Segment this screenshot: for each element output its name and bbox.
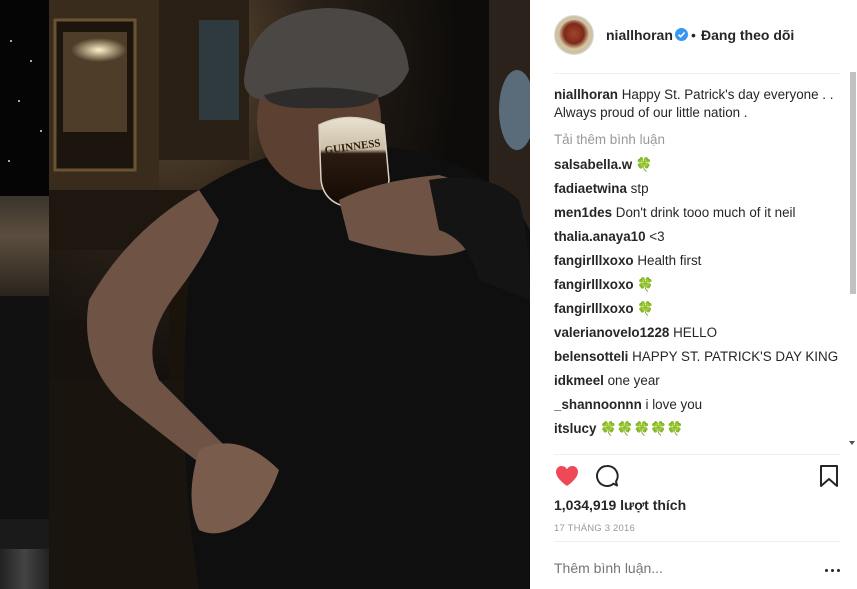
backdrop-feed <box>0 0 49 589</box>
comment-text: 🍀 <box>637 301 655 316</box>
comment-item: thalia.anaya10 <3 <box>554 228 844 246</box>
like-heart-icon[interactable] <box>554 463 580 489</box>
comment-item: idkmeel one year <box>554 372 844 390</box>
divider <box>554 454 840 455</box>
post-caption: niallhoran Happy St. Patrick's day every… <box>554 86 844 122</box>
comment-username[interactable]: idkmeel <box>554 373 604 388</box>
comment-item: itslucy 🍀🍀🍀🍀🍀 <box>554 420 844 438</box>
more-options-icon[interactable] <box>825 561 841 575</box>
post-actions <box>554 462 844 492</box>
comment-item: valerianovelo1228 HELLO <box>554 324 844 342</box>
comment-username[interactable]: thalia.anaya10 <box>554 229 646 244</box>
comment-item: men1des Don't drink tooo much of it neil <box>554 204 844 222</box>
add-comment-input[interactable] <box>554 560 814 576</box>
scroll-down-arrow-icon[interactable] <box>849 441 855 445</box>
backdrop-thumbnail <box>0 196 49 296</box>
divider <box>554 73 840 74</box>
comment-username[interactable]: fangirlllxoxo <box>554 277 634 292</box>
caption-username[interactable]: niallhoran <box>554 87 618 102</box>
comment-username[interactable]: fangirlllxoxo <box>554 253 634 268</box>
divider <box>554 541 840 542</box>
comment-text: <3 <box>649 229 665 244</box>
avatar[interactable] <box>554 15 594 55</box>
comments-scrollbar[interactable] <box>848 72 857 452</box>
comment-text: 🍀 <box>637 277 655 292</box>
likes-count[interactable]: 1,034,919 lượt thích <box>554 497 686 513</box>
comment-item: salsabella.w 🍀 <box>554 156 844 174</box>
save-bookmark-icon[interactable] <box>818 463 840 489</box>
backdrop-thumbnail <box>0 0 49 196</box>
verified-badge-icon <box>675 28 688 41</box>
comment-text: HELLO <box>673 325 718 340</box>
post-photo: GUINNESS <box>49 0 530 589</box>
comment-username[interactable]: men1des <box>554 205 612 220</box>
header-username[interactable]: niallhoran <box>606 27 673 43</box>
load-more-comments-link[interactable]: Tải thêm bình luận <box>554 131 844 149</box>
comment-item: fangirlllxoxo Health first <box>554 252 844 270</box>
comment-item: _shannoonnn i love you <box>554 396 844 414</box>
comment-text: Don't drink tooo much of it neil <box>615 205 796 220</box>
comment-bubble-icon[interactable] <box>594 463 620 489</box>
post-header: niallhoran • Đang theo dõi <box>530 0 857 74</box>
backdrop-thumbnail <box>0 296 49 519</box>
comment-username[interactable]: valerianovelo1228 <box>554 325 669 340</box>
comment-text: stp <box>630 181 649 196</box>
comment-text: i love you <box>645 397 703 412</box>
comment-username[interactable]: fadiaetwina <box>554 181 627 196</box>
comment-text: 🍀🍀🍀🍀🍀 <box>600 421 684 436</box>
comment-item: belensotteli HAPPY ST. PATRICK'S DAY KIN… <box>554 348 844 366</box>
comment-item: fangirlllxoxo 🍀 <box>554 276 844 294</box>
comment-username[interactable]: _shannoonnn <box>554 397 642 412</box>
comment-username[interactable]: itslucy <box>554 421 596 436</box>
comments-list[interactable]: niallhoran Happy St. Patrick's day every… <box>554 86 844 454</box>
comment-username[interactable]: fangirlllxoxo <box>554 301 634 316</box>
comment-item: fadiaetwina stp <box>554 180 844 198</box>
backdrop-thumbnail <box>0 519 49 549</box>
comment-text: one year <box>607 373 660 388</box>
comment-text: HAPPY ST. PATRICK'S DAY KING <box>632 349 839 364</box>
header-separator: • <box>691 27 696 43</box>
comment-username[interactable]: belensotteli <box>554 349 628 364</box>
backdrop-thumbnail <box>0 549 49 589</box>
post-details-panel: niallhoran • Đang theo dõi niallhoran Ha… <box>530 0 857 589</box>
comment-text: Health first <box>637 253 702 268</box>
following-button[interactable]: Đang theo dõi <box>701 27 794 43</box>
comment-username[interactable]: salsabella.w <box>554 157 632 172</box>
post-date[interactable]: 17 THÁNG 3 2016 <box>554 523 635 534</box>
comment-item: fangirlllxoxo 🍀 <box>554 300 844 318</box>
comment-text: 🍀 <box>635 157 653 172</box>
scrollbar-thumb[interactable] <box>850 72 856 294</box>
